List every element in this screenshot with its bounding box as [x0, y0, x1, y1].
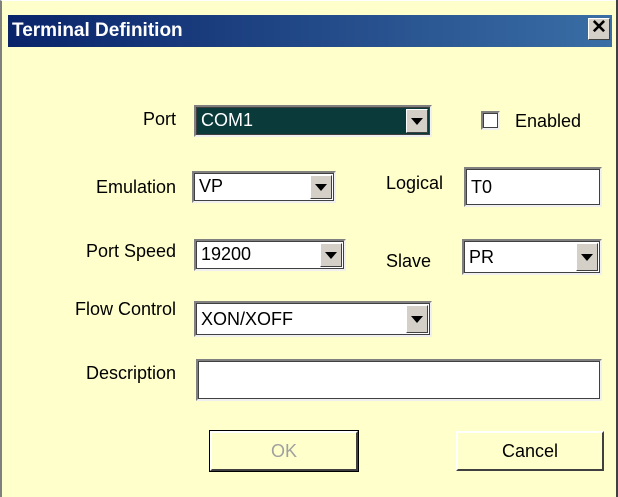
logical-label: Logical: [386, 173, 444, 193]
flow-control-label: Flow Control: [74, 299, 176, 319]
cancel-button[interactable]: Cancel: [456, 431, 604, 471]
logical-value: T0: [471, 177, 493, 197]
port-speed-value: 19200: [201, 244, 252, 264]
chevron-down-icon: [581, 254, 593, 261]
ok-button[interactable]: OK: [209, 430, 359, 472]
chevron-down-icon: [325, 252, 337, 259]
close-icon: ✕: [591, 17, 607, 38]
flow-control-value: XON/XOFF: [201, 309, 294, 329]
chevron-down-icon: [411, 118, 423, 125]
port-speed-dropdown-button[interactable]: [320, 243, 342, 267]
terminal-definition-dialog: Terminal Definition ✕ Port COM1 Enabled …: [0, 0, 616, 497]
emulation-label: Emulation: [95, 177, 176, 197]
close-button[interactable]: ✕: [588, 18, 610, 40]
ok-button-label: OK: [270, 441, 297, 461]
logical-input[interactable]: T0: [464, 167, 602, 207]
slave-value: PR: [469, 247, 495, 267]
slave-label: Slave: [386, 251, 432, 271]
chevron-down-icon: [315, 184, 327, 191]
port-dropdown-button[interactable]: [406, 109, 428, 133]
title-bar[interactable]: Terminal Definition ✕: [8, 15, 612, 47]
window-title: Terminal Definition: [12, 20, 183, 41]
port-speed-label: Port Speed: [85, 241, 176, 261]
enabled-checkbox[interactable]: [481, 111, 500, 130]
slave-select[interactable]: PR: [462, 239, 602, 275]
flow-control-dropdown-button[interactable]: [406, 305, 428, 333]
cancel-button-label: Cancel: [501, 441, 559, 461]
chevron-down-icon: [411, 316, 423, 323]
port-select[interactable]: COM1: [194, 105, 432, 137]
emulation-value: VP: [199, 176, 224, 196]
emulation-select[interactable]: VP: [192, 171, 336, 203]
slave-dropdown-button[interactable]: [576, 243, 598, 271]
enabled-label: Enabled: [515, 111, 582, 131]
port-label: Port: [142, 109, 176, 129]
emulation-dropdown-button[interactable]: [310, 175, 332, 199]
flow-control-select[interactable]: XON/XOFF: [194, 301, 432, 337]
description-label: Description: [85, 363, 176, 383]
port-value: COM1: [201, 110, 254, 130]
port-speed-select[interactable]: 19200: [194, 239, 346, 271]
description-input[interactable]: [196, 359, 602, 401]
